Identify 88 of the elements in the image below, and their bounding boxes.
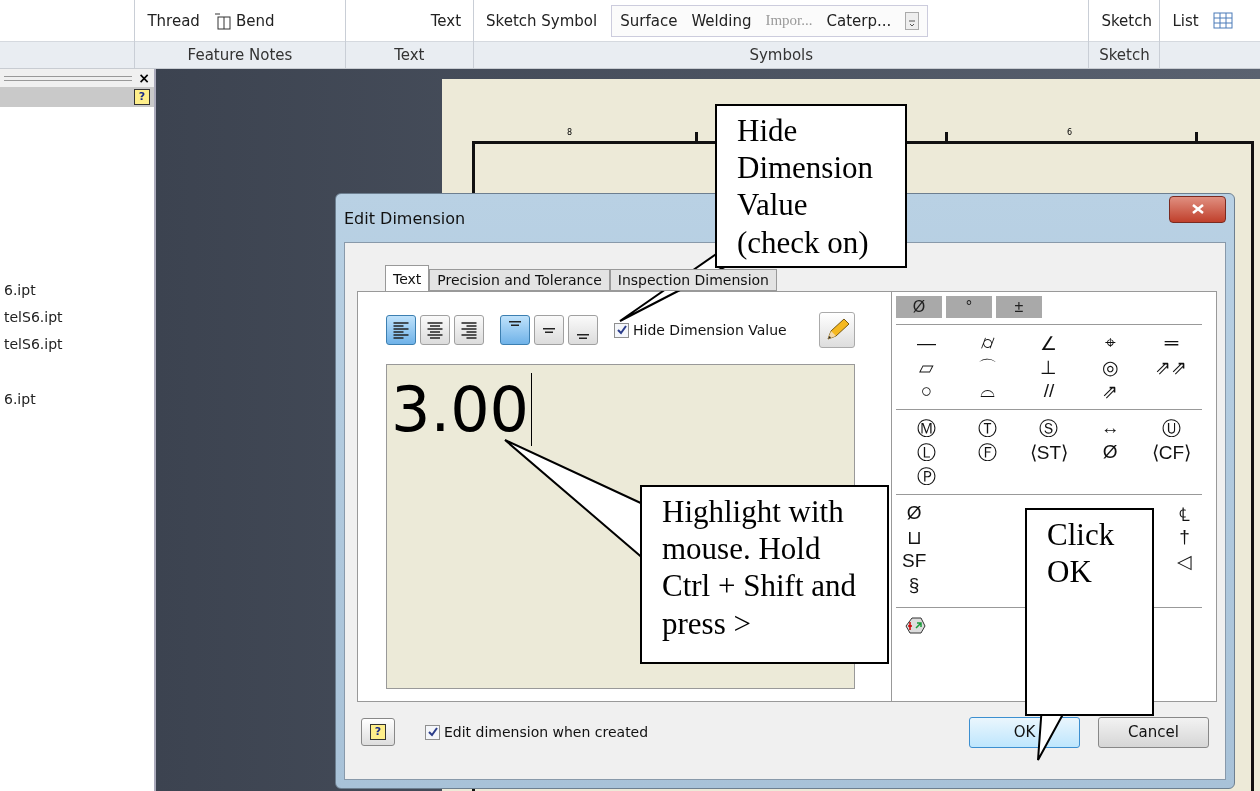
close-button[interactable] xyxy=(1169,195,1226,223)
help-button[interactable]: ? xyxy=(134,89,150,105)
symbol-button[interactable]: ⌭ xyxy=(957,331,1019,355)
symbol-button[interactable]: ◁ xyxy=(1177,549,1192,573)
symbol-button[interactable]: Ø xyxy=(896,296,942,318)
bend-icon xyxy=(213,11,232,30)
symbol-button[interactable]: † xyxy=(1177,525,1192,549)
align-button[interactable] xyxy=(568,315,598,345)
symbol-button[interactable]: ⟨CF⟩ xyxy=(1140,440,1202,464)
ribbon-tool[interactable]: Text xyxy=(430,11,462,30)
symbol-button[interactable]: ∠ xyxy=(1018,331,1080,355)
text-align-icon xyxy=(393,321,409,339)
text-style-button[interactable] xyxy=(819,312,855,348)
symbol-button[interactable]: ⇗ xyxy=(1079,379,1141,403)
symbol-button[interactable]: Ⓣ xyxy=(957,416,1019,440)
checkmark-icon xyxy=(616,325,627,335)
symbol-button[interactable]: Ø xyxy=(902,501,927,525)
browser-item[interactable]: 6.ipt xyxy=(4,277,36,304)
align-button[interactable] xyxy=(454,315,484,345)
text-align-icon xyxy=(461,321,477,339)
ribbon-group-label: Sketch xyxy=(1089,41,1160,68)
symbol-button[interactable]: ═ xyxy=(1140,331,1202,355)
symbol-button[interactable]: SF xyxy=(902,549,927,573)
symbol-button[interactable]: Ⓤ xyxy=(1140,416,1202,440)
symbol-button[interactable]: Ⓟ xyxy=(896,464,958,488)
symbol-button[interactable]: Ⓕ xyxy=(957,440,1019,464)
checkmark-icon xyxy=(427,727,438,737)
symbol-button[interactable]: ⌒ xyxy=(957,355,1019,379)
symbol-button[interactable]: ± xyxy=(996,296,1042,318)
symbol-button[interactable]: ° xyxy=(946,296,992,318)
ribbon-group-label: Text xyxy=(345,41,474,68)
callout-note: Click OK xyxy=(1025,508,1154,716)
dialog-button[interactable]: Cancel xyxy=(1098,716,1209,748)
ruler-label: 6 xyxy=(1067,128,1073,137)
ruler-label: 8 xyxy=(567,128,573,137)
browser-item[interactable]: telS6.ipt xyxy=(4,331,63,358)
symbol-button[interactable]: Ⓜ xyxy=(896,416,958,440)
ribbon-tool[interactable]: Bend xyxy=(213,11,275,30)
ribbon-tool[interactable]: Sketch Symbol xyxy=(486,11,598,30)
align-button[interactable] xyxy=(534,315,564,345)
callout-note: Hide Dimension Value (check on) xyxy=(715,104,907,268)
symbol-button[interactable]: ⌓ xyxy=(957,379,1019,403)
callout-note: Highlight with mouse. Hold Ctrl + Shift and press > xyxy=(640,485,889,664)
pencil-icon xyxy=(824,317,850,343)
symbol-button[interactable]: ⊥ xyxy=(1018,355,1080,379)
ribbon-tool[interactable]: Thread xyxy=(147,11,200,30)
symbol-button[interactable]: ◎ xyxy=(1079,355,1141,379)
help-button[interactable]: ? xyxy=(361,718,395,746)
symbol-button[interactable]: ⊔ xyxy=(902,525,927,549)
text-align-icon xyxy=(427,321,443,339)
symbol-button[interactable]: Ø xyxy=(1079,440,1141,464)
symbol-button[interactable]: // xyxy=(1018,379,1080,403)
close-icon xyxy=(1191,204,1204,214)
vertical-align-icon xyxy=(508,321,522,326)
symbol-button[interactable]: ○ xyxy=(896,379,958,403)
table-icon[interactable] xyxy=(1212,11,1233,30)
gallery-item[interactable]: Surface xyxy=(620,11,678,30)
browser-item[interactable]: 6.ipt xyxy=(4,386,36,413)
ribbon-group-label: Symbols xyxy=(474,41,1089,68)
dialog-tab[interactable]: Text xyxy=(385,265,430,291)
dialog-tab[interactable]: Precision and Tolerance xyxy=(429,269,610,291)
symbol-button[interactable]: Ⓢ xyxy=(1018,416,1080,440)
symbol-button[interactable]: ↔ xyxy=(1079,416,1141,440)
symbol-button[interactable]: Ⓛ xyxy=(896,440,958,464)
symbol-button[interactable]: ▱ xyxy=(896,355,958,379)
align-button[interactable] xyxy=(386,315,416,345)
align-button[interactable] xyxy=(500,315,530,345)
symbol-button[interactable]: § xyxy=(902,573,927,597)
close-button[interactable]: × xyxy=(138,70,150,86)
dialog-title: Edit Dimension xyxy=(344,208,466,228)
symbol-button[interactable]: ⇗⇗ xyxy=(1140,355,1202,379)
hide-value-checkbox[interactable]: Hide Dimension Value xyxy=(614,322,787,338)
browser-item[interactable]: telS6.ipt xyxy=(4,304,63,331)
symbol-button[interactable]: ℄ xyxy=(1177,501,1192,525)
ribbon-tool[interactable]: Sketch xyxy=(1101,11,1152,30)
edit-when-created-checkbox[interactable]: Edit dimension when created xyxy=(425,724,649,740)
symbol-button[interactable]: ⟨ST⟩ xyxy=(1018,440,1080,464)
gdt-symbol-icon[interactable] xyxy=(904,616,926,634)
vertical-align-icon xyxy=(576,334,590,339)
vertical-align-icon xyxy=(542,327,556,333)
gallery-item[interactable]: Welding xyxy=(691,11,752,30)
gallery-item[interactable]: Caterp... xyxy=(826,11,892,30)
align-button[interactable] xyxy=(420,315,450,345)
ribbon-group-label: Feature Notes xyxy=(135,41,345,68)
dialog-tab[interactable]: Inspection Dimension xyxy=(609,269,777,291)
symbol-button[interactable]: ⌖ xyxy=(1079,331,1141,355)
symbol-button[interactable]: — xyxy=(896,331,958,355)
ribbon-tool[interactable]: List xyxy=(1172,11,1199,30)
